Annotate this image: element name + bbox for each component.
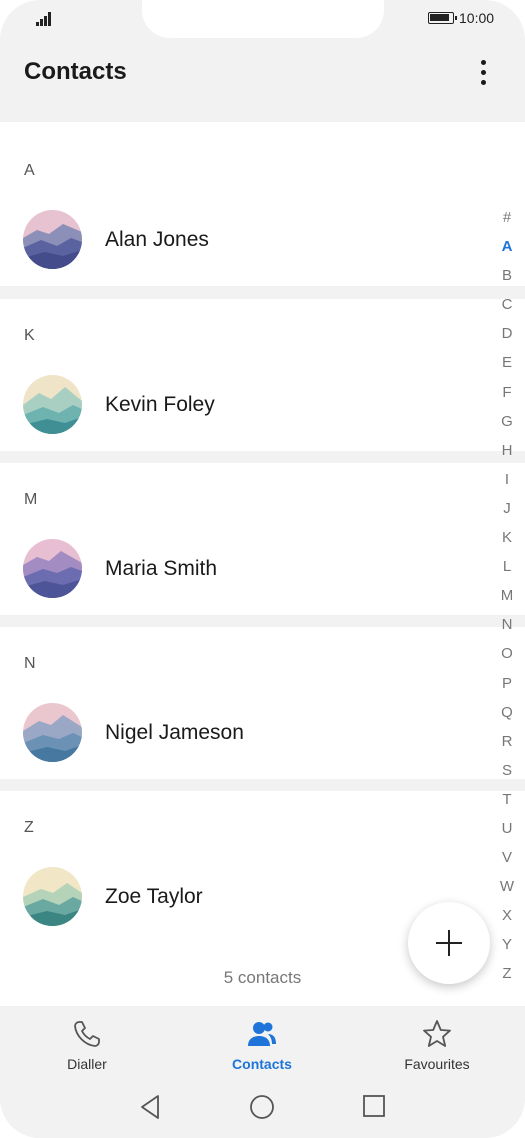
index-letter[interactable]: S xyxy=(494,756,520,785)
section-letter: Z xyxy=(24,819,34,836)
system-navigation-bar xyxy=(0,1094,525,1124)
avatar[interactable] xyxy=(23,539,82,598)
index-letter[interactable]: R xyxy=(494,727,520,756)
avatar-image xyxy=(23,703,82,762)
index-letter[interactable]: X xyxy=(494,901,520,930)
status-bar: 10:00 xyxy=(0,0,525,40)
back-icon[interactable] xyxy=(138,1094,162,1120)
list-top-divider xyxy=(0,122,525,134)
avatar[interactable] xyxy=(23,703,82,762)
section-letter: K xyxy=(24,327,35,344)
add-contact-button[interactable] xyxy=(408,902,490,984)
contact-section-a: A Alan Jones xyxy=(0,134,525,286)
avatar-image xyxy=(23,210,82,269)
home-icon[interactable] xyxy=(249,1094,275,1120)
camera-notch xyxy=(142,0,384,38)
index-letter[interactable]: Y xyxy=(494,930,520,959)
phone-icon xyxy=(71,1018,103,1050)
index-letter[interactable]: N xyxy=(494,610,520,639)
tab-label: Favourites xyxy=(404,1056,470,1072)
index-letter[interactable]: K xyxy=(494,523,520,552)
index-letter[interactable]: D xyxy=(494,319,520,348)
contact-section-m: M Maria Smith xyxy=(0,463,525,615)
contact-section-k: K Kevin Foley xyxy=(0,299,525,451)
section-letter: M xyxy=(24,491,38,508)
tab-label: Contacts xyxy=(232,1056,292,1072)
index-letter[interactable]: V xyxy=(494,843,520,872)
index-letter[interactable]: W xyxy=(494,872,520,901)
avatar[interactable] xyxy=(23,210,82,269)
index-letter[interactable]: # xyxy=(494,203,520,232)
signal-icon xyxy=(36,10,54,26)
star-icon xyxy=(421,1018,453,1050)
phone-screen: 10:00 Contacts A Alan Jones K Kevin Fole… xyxy=(0,0,525,1138)
index-letter[interactable]: Q xyxy=(494,698,520,727)
page-title: Contacts xyxy=(24,58,127,85)
contact-name[interactable]: Kevin Foley xyxy=(105,393,215,417)
avatar[interactable] xyxy=(23,375,82,434)
index-letter[interactable]: E xyxy=(494,348,520,377)
avatar[interactable] xyxy=(23,867,82,926)
index-letter[interactable]: Z xyxy=(494,959,520,988)
contact-name[interactable]: Nigel Jameson xyxy=(105,721,244,745)
more-options-icon[interactable] xyxy=(472,56,496,90)
index-letter[interactable]: T xyxy=(494,785,520,814)
status-time: 10:00 xyxy=(459,10,495,26)
tab-favourites[interactable]: Favourites xyxy=(377,1018,497,1072)
index-letter[interactable]: I xyxy=(494,465,520,494)
index-letter[interactable]: C xyxy=(494,290,520,319)
contact-name[interactable]: Zoe Taylor xyxy=(105,885,203,909)
contact-section-n: N Nigel Jameson xyxy=(0,627,525,779)
avatar-image xyxy=(23,375,82,434)
contact-name[interactable]: Maria Smith xyxy=(105,557,217,581)
index-letter[interactable]: B xyxy=(494,261,520,290)
recents-icon[interactable] xyxy=(362,1094,386,1118)
bottom-tab-bar: Dialler Contacts Favourites xyxy=(0,1006,525,1138)
contact-name[interactable]: Alan Jones xyxy=(105,228,209,252)
alphabet-index[interactable]: # A B C D E F G H I J K L M N O P Q R S T U V W X Y Z xyxy=(494,203,520,989)
tab-dialler[interactable]: Dialler xyxy=(27,1018,147,1072)
index-letter[interactable]: J xyxy=(494,494,520,523)
app-bar: Contacts xyxy=(0,48,525,106)
avatar-image xyxy=(23,539,82,598)
tab-label: Dialler xyxy=(67,1056,107,1072)
index-letter[interactable]: H xyxy=(494,436,520,465)
avatar-image xyxy=(23,867,82,926)
index-letter[interactable]: L xyxy=(494,552,520,581)
index-letter[interactable]: F xyxy=(494,378,520,407)
index-letter[interactable]: A xyxy=(494,232,520,261)
battery-icon xyxy=(428,12,457,24)
contacts-icon xyxy=(246,1018,278,1050)
index-letter[interactable]: G xyxy=(494,407,520,436)
index-letter[interactable]: P xyxy=(494,669,520,698)
section-letter: A xyxy=(24,162,35,179)
section-letter: N xyxy=(24,655,36,672)
tab-contacts[interactable]: Contacts xyxy=(202,1018,322,1072)
index-letter[interactable]: O xyxy=(494,639,520,668)
index-letter[interactable]: M xyxy=(494,581,520,610)
index-letter[interactable]: U xyxy=(494,814,520,843)
